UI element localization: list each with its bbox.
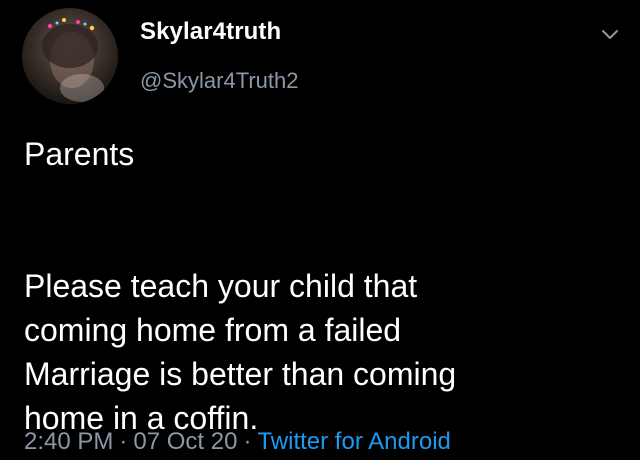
avatar-image bbox=[42, 18, 104, 102]
tweet-card: Skylar4truth @Skylar4Truth2 Parents Plea… bbox=[0, 0, 640, 460]
tweet-text: Parents Please teach your child that com… bbox=[24, 132, 624, 440]
tweet-text-body: Please teach your child that coming home… bbox=[24, 268, 457, 436]
tweet-date[interactable]: 07 Oct 20 bbox=[133, 428, 237, 455]
avatar[interactable] bbox=[22, 8, 118, 104]
author-name[interactable]: Skylar4truth bbox=[140, 18, 281, 46]
chevron-down-icon[interactable] bbox=[598, 22, 622, 46]
tweet-meta: 2:40 PM · 07 Oct 20 · Twitter for Android bbox=[24, 428, 451, 456]
meta-separator: · bbox=[119, 428, 128, 455]
author-handle[interactable]: @Skylar4Truth2 bbox=[140, 68, 298, 94]
tweet-source-link[interactable]: Twitter for Android bbox=[257, 428, 450, 455]
tweet-time[interactable]: 2:40 PM bbox=[24, 428, 113, 455]
meta-separator: · bbox=[243, 428, 252, 455]
tweet-text-heading: Parents bbox=[24, 136, 135, 172]
